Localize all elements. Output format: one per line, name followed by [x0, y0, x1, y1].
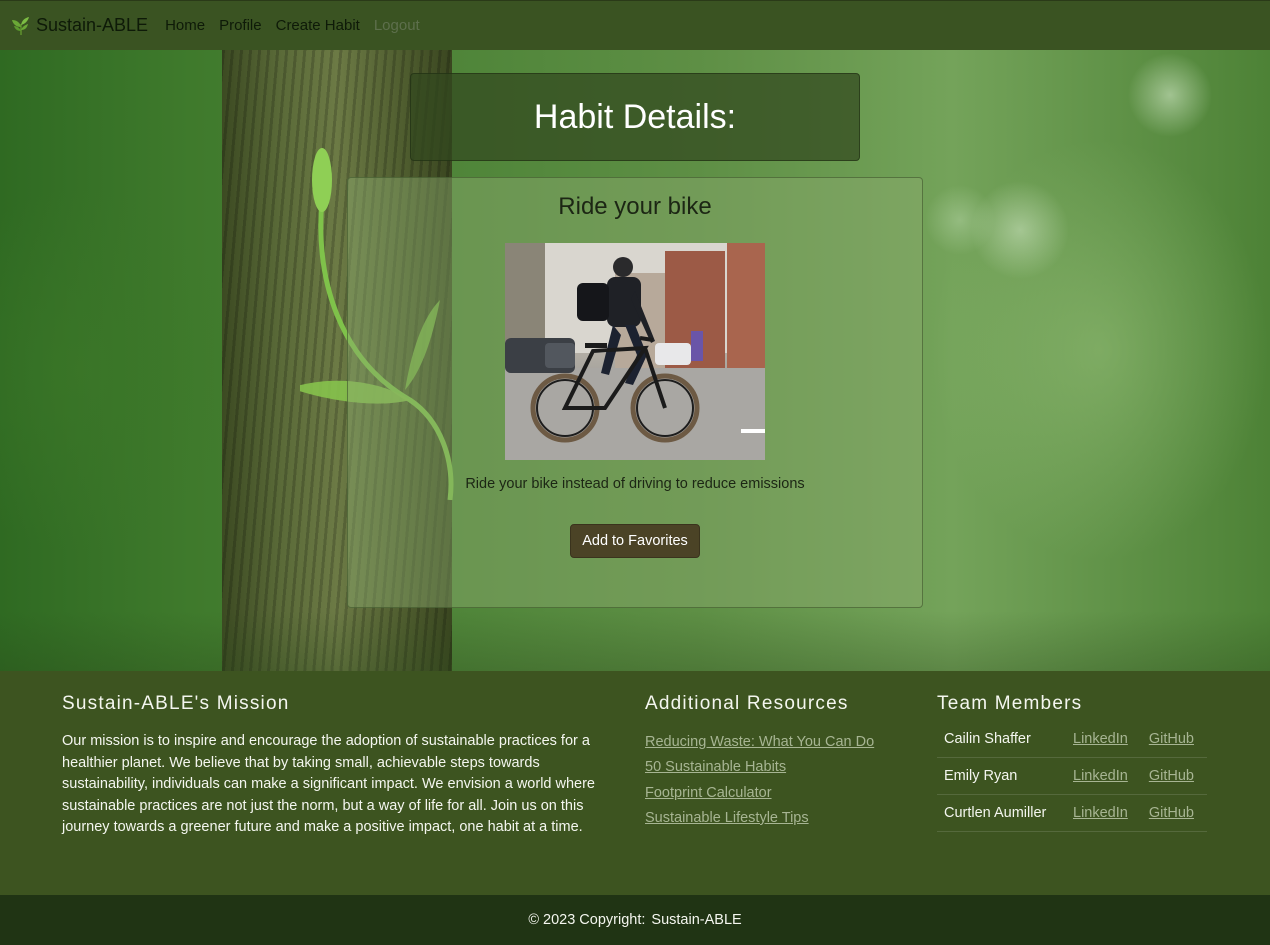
- ground-fade: [0, 611, 1270, 671]
- linkedin-link[interactable]: LinkedIn: [1073, 731, 1128, 747]
- habit-title: Ride your bike: [558, 193, 712, 220]
- brand-name: Sustain-ABLE: [36, 15, 149, 35]
- github-cell: GitHub: [1141, 721, 1207, 758]
- mission-text: Our mission is to inspire and encourage …: [62, 733, 595, 835]
- footer: Sustain-ABLE's Mission Our mission is to…: [0, 671, 1270, 895]
- team-heading: Team Members: [937, 693, 1083, 714]
- linkedin-cell: LinkedIn: [1066, 794, 1142, 832]
- nav-logout-link[interactable]: Logout: [374, 17, 420, 34]
- resources-list: Reducing Waste: What You Can Do 50 Susta…: [645, 730, 925, 831]
- list-item: Footprint Calculator: [645, 781, 925, 806]
- brand[interactable]: Sustain-ABLE: [10, 15, 148, 37]
- page-header: Habit Details:: [410, 73, 860, 161]
- habit-card: Ride your bike Ride your bike instead of…: [347, 177, 923, 608]
- nav-profile-link[interactable]: Profile: [219, 17, 262, 34]
- linkedin-link[interactable]: LinkedIn: [1073, 805, 1128, 821]
- linkedin-cell: LinkedIn: [1066, 721, 1142, 758]
- table-row: Cailin Shaffer LinkedIn GitHub: [937, 721, 1207, 758]
- nav-home-link[interactable]: Home: [165, 17, 205, 34]
- github-link[interactable]: GitHub: [1149, 768, 1194, 784]
- github-link[interactable]: GitHub: [1149, 731, 1194, 747]
- habit-description: Ride your bike instead of driving to red…: [465, 476, 805, 492]
- linkedin-cell: LinkedIn: [1066, 757, 1142, 795]
- list-item: Reducing Waste: What You Can Do: [645, 730, 925, 755]
- copyright-link[interactable]: Sustain-ABLE: [651, 912, 741, 928]
- table-row: Emily Ryan LinkedIn GitHub: [937, 757, 1207, 795]
- member-name: Curtlen Aumiller: [937, 794, 1066, 832]
- list-item: Sustainable Lifestyle Tips: [645, 806, 925, 831]
- copyright-bar: © 2023 Copyright: Sustain-ABLE: [0, 895, 1270, 945]
- habit-image: [505, 243, 765, 460]
- resource-link-reducing-waste[interactable]: Reducing Waste: What You Can Do: [645, 734, 874, 750]
- copyright-text: © 2023 Copyright:: [528, 912, 646, 928]
- page-title: Habit Details:: [533, 97, 737, 136]
- list-item: 50 Sustainable Habits: [645, 755, 925, 780]
- github-link[interactable]: GitHub: [1149, 805, 1194, 821]
- add-to-favorites-button[interactable]: Add to Favorites: [570, 524, 700, 558]
- linkedin-link[interactable]: LinkedIn: [1073, 768, 1128, 784]
- leaf-icon: [10, 15, 32, 37]
- resource-link-50-habits[interactable]: 50 Sustainable Habits: [645, 759, 786, 775]
- member-name: Cailin Shaffer: [937, 721, 1066, 758]
- navbar: Sustain-ABLE Home Profile Create Habit L…: [0, 0, 1270, 50]
- team-section: Team Members Cailin Shaffer LinkedIn Git…: [937, 693, 1207, 832]
- github-cell: GitHub: [1141, 757, 1207, 795]
- resources-heading: Additional Resources: [645, 693, 849, 714]
- member-name: Emily Ryan: [937, 757, 1066, 795]
- mission-heading: Sustain-ABLE's Mission: [62, 693, 290, 714]
- team-table: Cailin Shaffer LinkedIn GitHub Emily Rya…: [937, 721, 1207, 832]
- resources-section: Additional Resources Reducing Waste: Wha…: [645, 693, 925, 831]
- resource-link-lifestyle-tips[interactable]: Sustainable Lifestyle Tips: [645, 810, 809, 826]
- mission-section: Sustain-ABLE's Mission Our mission is to…: [62, 693, 622, 839]
- github-cell: GitHub: [1141, 794, 1207, 832]
- table-row: Curtlen Aumiller LinkedIn GitHub: [937, 794, 1207, 832]
- nav-create-habit-link[interactable]: Create Habit: [276, 17, 360, 34]
- resource-link-footprint-calculator[interactable]: Footprint Calculator: [645, 785, 772, 801]
